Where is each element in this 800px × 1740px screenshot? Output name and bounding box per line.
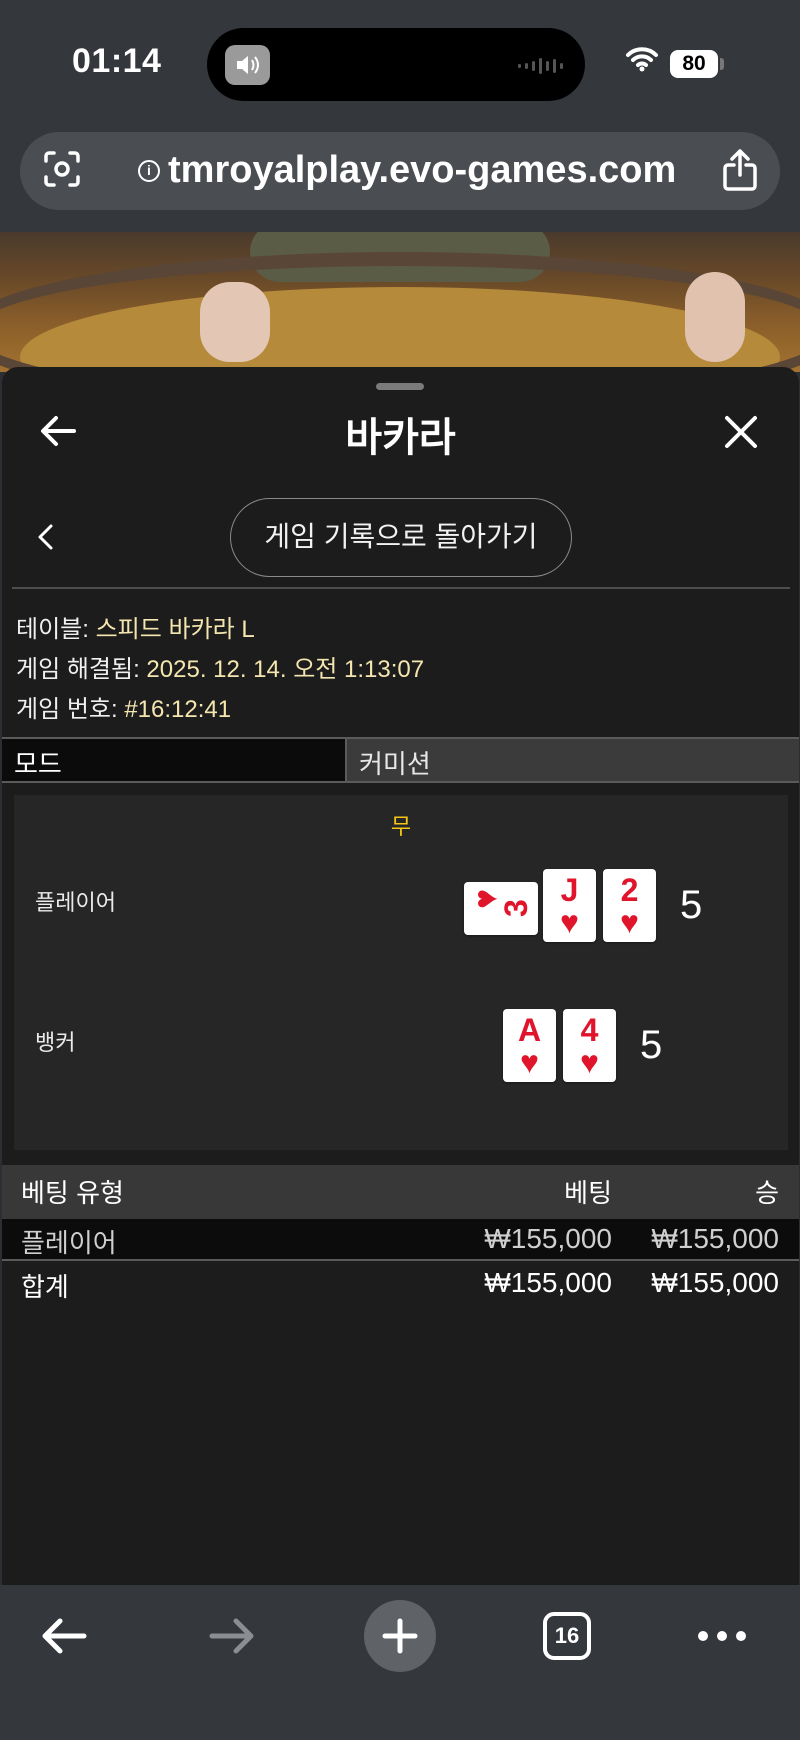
total-bet: ₩155,000	[484, 1267, 612, 1298]
url-display[interactable]: i tmroyalplay.evo-games.com	[138, 149, 676, 192]
dynamic-island	[207, 28, 585, 101]
live-video-feed	[0, 232, 800, 372]
outcome-label: 무	[390, 814, 412, 839]
browser-toolbar: 16	[0, 1585, 800, 1740]
header-bet-type: 베팅 유형	[21, 1178, 124, 1208]
banker-card-1: A ♥	[503, 1009, 556, 1082]
resolved-value: 2025. 12. 14. 오전 1:13:07	[146, 656, 425, 683]
heart-icon: ♥	[560, 904, 579, 940]
win-amount-cell: ₩155,000	[651, 1223, 779, 1254]
bet-type-cell: 플레이어	[21, 1228, 117, 1258]
battery-indicator: 80	[670, 50, 718, 78]
game-number-info: 게임 번호: #16:12:41	[16, 689, 231, 724]
heart-icon: ♥	[580, 1044, 599, 1080]
back-to-history-button[interactable]: 게임 기록으로 돌아가기	[230, 498, 572, 577]
speaker-icon	[225, 45, 270, 85]
visual-search-icon[interactable]	[42, 149, 82, 194]
mode-tabs: 모드 커미션	[2, 737, 799, 783]
total-label: 합계	[21, 1272, 69, 1302]
plus-icon	[364, 1600, 436, 1672]
bet-table-header: 베팅 유형 베팅 승	[2, 1165, 799, 1219]
game-detail-sheet: 바카라 게임 기록으로 돌아가기 테이블: 스피드 바카라 L 게임 해결됨: …	[2, 367, 799, 1585]
divider	[12, 587, 790, 589]
player-score: 5	[680, 883, 703, 927]
tab-commission[interactable]: 커미션	[347, 739, 799, 781]
more-options-icon[interactable]	[694, 1591, 750, 1681]
header-bet: 베팅	[564, 1178, 612, 1208]
status-bar: 01:14 80	[0, 0, 800, 120]
total-row: 합계 ₩155,000 ₩155,000	[2, 1263, 799, 1305]
player-card-2: J ♥	[543, 869, 596, 942]
header-win: 승	[755, 1178, 779, 1208]
video-table-rim	[0, 252, 800, 372]
player-label: 플레이어	[35, 890, 116, 915]
table-row: 플레이어 ₩155,000 ₩155,000	[2, 1219, 799, 1261]
card-rank: 2	[620, 872, 639, 908]
tab-count: 16	[543, 1612, 591, 1660]
chevron-left-icon[interactable]	[36, 523, 54, 556]
tab-mode[interactable]: 모드	[2, 739, 347, 781]
game-number-value: #16:12:41	[124, 696, 232, 723]
resolved-info: 게임 해결됨: 2025. 12. 14. 오전 1:13:07	[16, 649, 424, 684]
banker-card-2: 4 ♥	[563, 1009, 616, 1082]
close-icon[interactable]	[724, 415, 758, 454]
clock: 01:14	[72, 42, 162, 80]
banker-score: 5	[640, 1023, 663, 1067]
resolved-label: 게임 해결됨:	[16, 656, 140, 683]
table-info: 테이블: 스피드 바카라 L	[16, 609, 255, 644]
browser-back-icon[interactable]	[34, 1591, 94, 1681]
video-dealer-hand	[200, 282, 270, 362]
battery-tip	[720, 58, 724, 70]
game-number-label: 게임 번호:	[16, 696, 118, 723]
browser-address-area: i tmroyalplay.evo-games.com	[0, 120, 800, 232]
banker-label: 뱅커	[35, 1030, 76, 1055]
player-card-1: ♥ 3	[464, 882, 538, 935]
player-card-3: 2 ♥	[603, 869, 656, 942]
info-icon[interactable]: i	[138, 159, 160, 182]
wifi-icon	[625, 46, 659, 77]
heart-icon: ♥	[620, 904, 639, 940]
video-dealer-hand	[685, 272, 745, 362]
url-text: tmroyalplay.evo-games.com	[168, 149, 677, 191]
browser-forward-icon[interactable]	[202, 1591, 262, 1681]
card-rank: A	[517, 1012, 542, 1048]
card-rank: 4	[580, 1012, 599, 1048]
new-tab-button[interactable]	[364, 1591, 436, 1681]
share-icon[interactable]	[722, 149, 758, 196]
sheet-grabber[interactable]	[376, 383, 424, 390]
address-bar[interactable]: i tmroyalplay.evo-games.com	[20, 132, 780, 210]
bet-amount-cell: ₩155,000	[484, 1223, 612, 1254]
sheet-title: 바카라	[345, 416, 456, 460]
heart-icon: ♥	[520, 1044, 539, 1080]
table-label: 테이블:	[16, 616, 89, 643]
card-rank: 3	[498, 899, 534, 917]
tabs-button[interactable]: 16	[543, 1591, 591, 1681]
round-result: 무 플레이어 ♥ 3 J ♥ 2 ♥ 5 뱅커 A ♥ 4 ♥ 5	[14, 795, 788, 1150]
table-value: 스피드 바카라 L	[95, 616, 255, 643]
card-rank: J	[560, 872, 579, 908]
total-win: ₩155,000	[651, 1267, 779, 1298]
audio-wave-icon	[518, 58, 563, 74]
